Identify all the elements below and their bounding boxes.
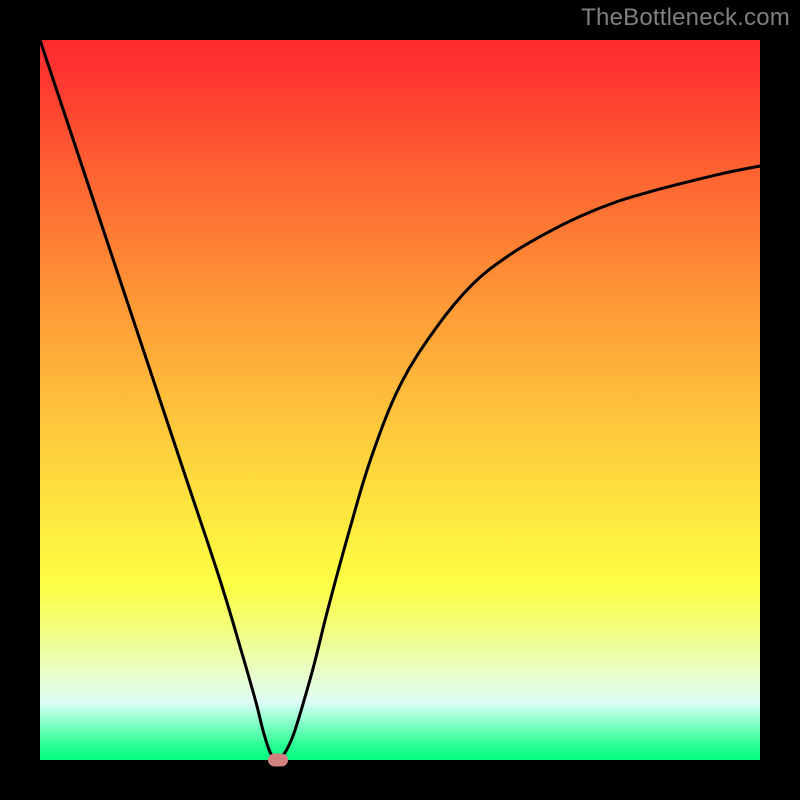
watermark-text: TheBottleneck.com (581, 4, 790, 32)
chart-frame: TheBottleneck.com (0, 0, 800, 800)
bottleneck-curve (40, 40, 760, 760)
optimal-point-marker (268, 754, 288, 767)
